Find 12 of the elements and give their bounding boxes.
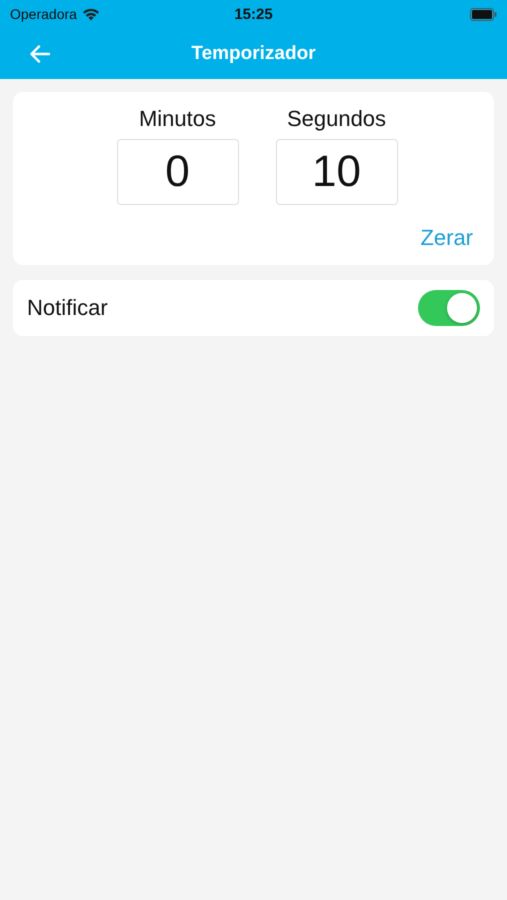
back-arrow-icon xyxy=(30,44,50,62)
field-label: Segundos xyxy=(286,106,386,132)
number-input-field[interactable]: 10 xyxy=(276,139,398,205)
carrier-name: Operadora xyxy=(10,6,77,22)
field-label: Minutos xyxy=(138,106,216,132)
battery-icon xyxy=(470,8,497,20)
screen-title: Temporizador xyxy=(191,42,316,64)
notify-label: Notificar xyxy=(27,295,108,321)
number-input-field[interactable]: 0 xyxy=(116,139,238,205)
wifi-icon xyxy=(82,8,100,20)
notify-toggle[interactable] xyxy=(418,290,480,326)
clock-time: 15:25 xyxy=(234,6,273,22)
